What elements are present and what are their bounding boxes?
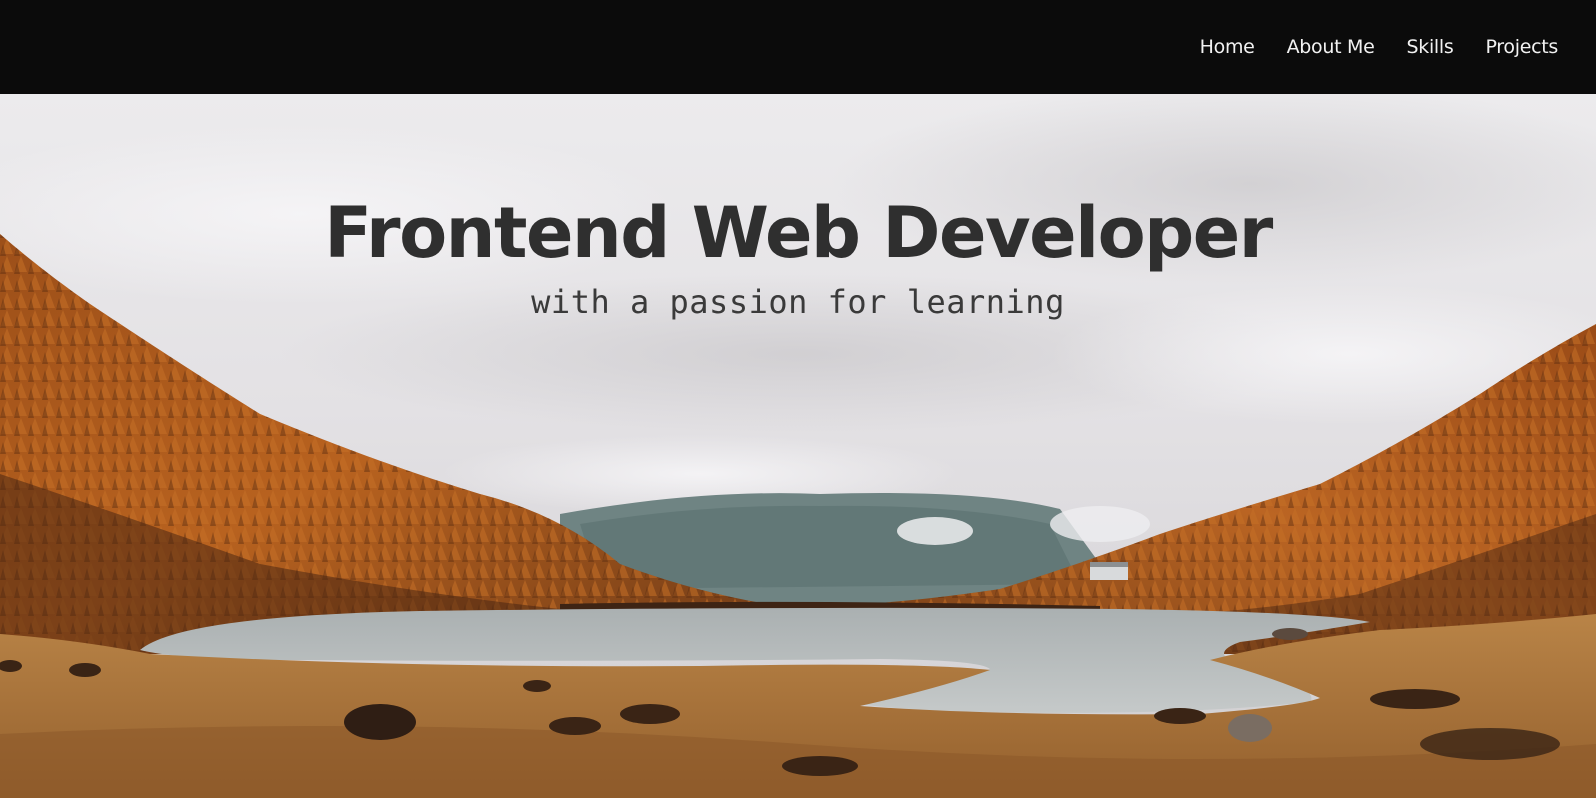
- nav-menu: Home About Me Skills Projects: [1200, 0, 1559, 94]
- navbar: Home About Me Skills Projects: [0, 0, 1596, 94]
- nav-link-home[interactable]: Home: [1200, 36, 1255, 58]
- hero-subtitle: with a passion for learning: [531, 283, 1065, 321]
- nav-link-about-me[interactable]: About Me: [1287, 36, 1375, 58]
- nav-link-projects[interactable]: Projects: [1485, 36, 1558, 58]
- nav-link-skills[interactable]: Skills: [1406, 36, 1453, 58]
- hero-title: Frontend Web Developer: [324, 192, 1273, 274]
- hero-section: Frontend Web Developer with a passion fo…: [0, 94, 1596, 798]
